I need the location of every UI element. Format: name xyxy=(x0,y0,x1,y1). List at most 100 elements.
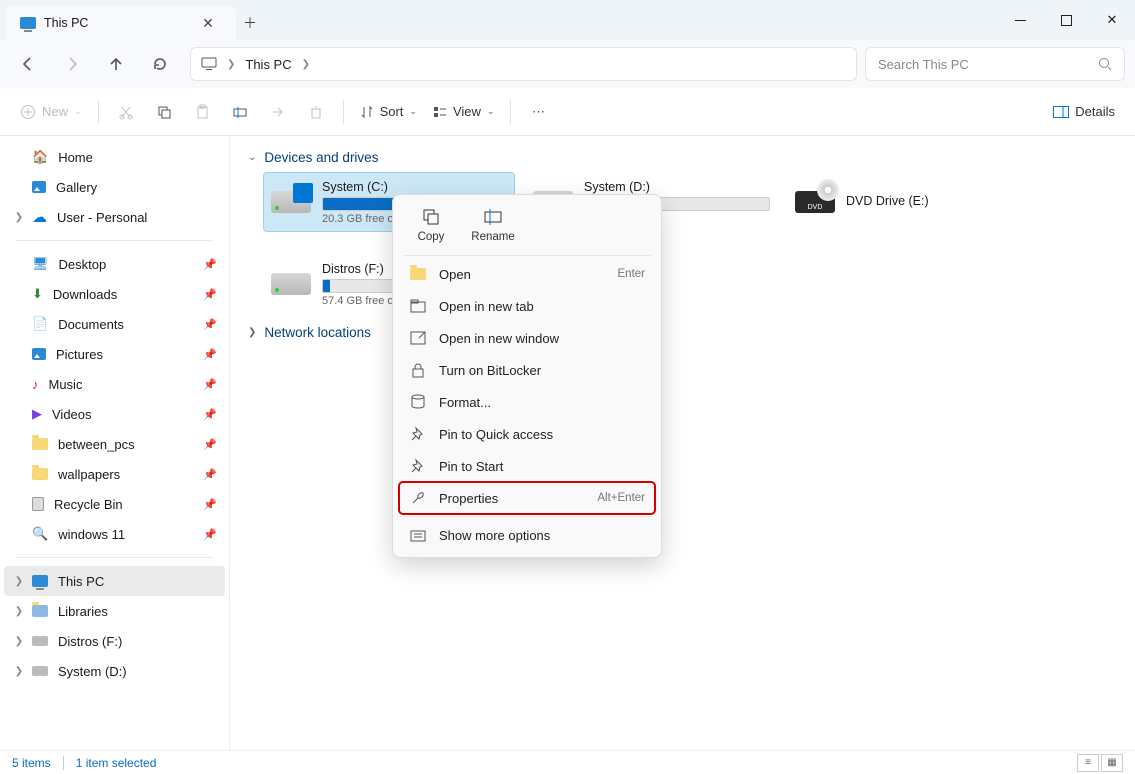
sidebar-item-label: Distros (F:) xyxy=(58,634,122,649)
drive-dvd-drive-e-[interactable]: DVDDVD Drive (E:) xyxy=(788,173,1038,231)
address-bar[interactable]: ❯ This PC ❯ xyxy=(190,47,857,81)
pin-icon: 📌 xyxy=(203,348,217,361)
up-button[interactable] xyxy=(98,46,134,82)
context-item-label: Open in new tab xyxy=(439,299,534,314)
pin-icon: 📌 xyxy=(203,498,217,511)
tab-icon xyxy=(409,299,427,313)
group-devices-header[interactable]: ⌄ Devices and drives xyxy=(248,150,1117,165)
context-item-pin-to-quick-access[interactable]: Pin to Quick access xyxy=(399,418,655,450)
share-button[interactable] xyxy=(261,95,295,129)
cut-button[interactable] xyxy=(109,95,143,129)
context-item-label: Pin to Quick access xyxy=(439,427,553,442)
tab-active[interactable]: This PC ✕ xyxy=(6,6,236,40)
copy-button[interactable] xyxy=(147,95,181,129)
refresh-button[interactable] xyxy=(142,46,178,82)
search-icon[interactable] xyxy=(1098,57,1112,71)
sidebar-item-home[interactable]: 🏠Home xyxy=(4,142,225,172)
delete-button[interactable] xyxy=(299,95,333,129)
sidebar-item-recycle-bin[interactable]: Recycle Bin📌 xyxy=(4,489,225,519)
sidebar-item-libraries[interactable]: ❯Libraries xyxy=(4,596,225,626)
minimize-button[interactable] xyxy=(997,0,1043,40)
sidebar-item-label: wallpapers xyxy=(58,467,120,482)
forward-button[interactable] xyxy=(54,46,90,82)
breadcrumb-segment[interactable]: This PC xyxy=(245,57,291,72)
sidebar-item-label: Downloads xyxy=(53,287,117,302)
context-item-properties[interactable]: PropertiesAlt+Enter xyxy=(399,482,655,514)
new-button[interactable]: New ⌄ xyxy=(14,95,88,129)
pin-icon: 📌 xyxy=(203,528,217,541)
view-button[interactable]: View ⌄ xyxy=(427,95,501,129)
tab-title: This PC xyxy=(44,16,186,30)
search-box[interactable] xyxy=(865,47,1125,81)
sidebar-item-gallery[interactable]: Gallery xyxy=(4,172,225,202)
group-network-header[interactable]: ❯ Network locations xyxy=(248,325,1117,340)
sidebar-item-wallpapers[interactable]: wallpapers 📌 xyxy=(4,459,225,489)
context-item-open-in-new-window[interactable]: Open in new window xyxy=(399,322,655,354)
monitor-icon xyxy=(201,57,217,71)
sidebar-item-music[interactable]: ♪Music📌 xyxy=(4,369,225,399)
drive-name: System (C:) xyxy=(322,180,508,194)
sidebar-item-downloads[interactable]: ⬇Downloads📌 xyxy=(4,279,225,309)
chevron-down-icon: ⌄ xyxy=(248,152,256,163)
maximize-button[interactable] xyxy=(1043,0,1089,40)
context-item-pin-to-start[interactable]: Pin to Start xyxy=(399,450,655,482)
back-button[interactable] xyxy=(10,46,46,82)
titlebar: This PC ✕ ＋ ✕ xyxy=(0,0,1135,40)
drive-name: DVD Drive (E:) xyxy=(846,194,1032,208)
sidebar-item-system-d-[interactable]: ❯ System (D:) xyxy=(4,656,225,686)
search-input[interactable] xyxy=(878,57,1090,72)
sidebar-item-distros-f-[interactable]: ❯ Distros (F:) xyxy=(4,626,225,656)
sidebar-item-label: Music xyxy=(49,377,83,392)
chevron-right-icon[interactable]: ❯ xyxy=(12,212,26,223)
status-selected-count: 1 item selected xyxy=(76,756,157,770)
chevron-right-icon[interactable]: ❯ xyxy=(302,59,310,70)
toolbar: New ⌄ Sort ⌄ View ⌄ ⋯ Details xyxy=(0,88,1135,136)
sidebar-item-windows-11[interactable]: 🔍windows 11📌 xyxy=(4,519,225,549)
status-item-count: 5 items xyxy=(12,756,51,770)
context-copy-button[interactable]: Copy xyxy=(409,207,453,243)
sidebar-item-this-pc[interactable]: ❯This PC xyxy=(4,566,225,596)
statusbar: 5 items 1 item selected ≡ ▦ xyxy=(0,750,1135,774)
rename-button[interactable] xyxy=(223,95,257,129)
chevron-right-icon[interactable]: ❯ xyxy=(12,576,26,587)
pin-icon xyxy=(409,458,427,474)
sidebar-item-between-pcs[interactable]: between_pcs📌 xyxy=(4,429,225,459)
window-icon xyxy=(409,331,427,345)
chevron-right-icon: ❯ xyxy=(248,327,256,338)
context-item-show-more-options[interactable]: Show more options xyxy=(399,519,655,551)
sidebar-item-label: System (D:) xyxy=(58,664,127,679)
context-item-label: Open in new window xyxy=(439,331,559,346)
main-content: ⌄ Devices and drives System (C:)20.3 GB … xyxy=(230,136,1135,750)
more-button[interactable]: ⋯ xyxy=(521,95,555,129)
format-icon xyxy=(409,394,427,410)
sidebar-item-label: windows 11 xyxy=(58,527,125,542)
details-button[interactable]: Details xyxy=(1047,95,1121,129)
close-tab-button[interactable]: ✕ xyxy=(194,15,222,32)
chevron-right-icon[interactable]: ❯ xyxy=(12,606,26,617)
more-icon xyxy=(409,528,427,542)
new-tab-button[interactable]: ＋ xyxy=(236,6,264,40)
sidebar-item-documents[interactable]: 📄Documents📌 xyxy=(4,309,225,339)
sidebar-item-videos[interactable]: ▶Videos📌 xyxy=(4,399,225,429)
sort-button[interactable]: Sort ⌄ xyxy=(354,95,423,129)
context-item-turn-on-bitlocker[interactable]: Turn on BitLocker xyxy=(399,354,655,386)
context-item-label: Open xyxy=(439,267,471,282)
folder-open-icon xyxy=(409,268,427,280)
view-list-toggle[interactable]: ≡ xyxy=(1077,754,1099,772)
context-rename-button[interactable]: Rename xyxy=(471,207,515,243)
context-item-open-in-new-tab[interactable]: Open in new tab xyxy=(399,290,655,322)
sidebar-item-user-personal[interactable]: ❯☁User - Personal xyxy=(4,202,225,232)
chevron-right-icon[interactable]: ❯ xyxy=(12,666,26,677)
chevron-right-icon[interactable]: ❯ xyxy=(227,59,235,70)
chevron-right-icon[interactable]: ❯ xyxy=(12,636,26,647)
pin-icon: 📌 xyxy=(203,468,217,481)
hard-drive-icon xyxy=(271,273,311,295)
sidebar-item-desktop[interactable]: 🖥Desktop📌 xyxy=(4,249,225,279)
paste-button[interactable] xyxy=(185,95,219,129)
context-item-open[interactable]: OpenEnter xyxy=(399,258,655,290)
sidebar-item-pictures[interactable]: Pictures📌 xyxy=(4,339,225,369)
close-window-button[interactable]: ✕ xyxy=(1089,0,1135,40)
context-item-format-[interactable]: Format... xyxy=(399,386,655,418)
pin-icon: 📌 xyxy=(203,258,217,271)
view-tiles-toggle[interactable]: ▦ xyxy=(1101,754,1123,772)
